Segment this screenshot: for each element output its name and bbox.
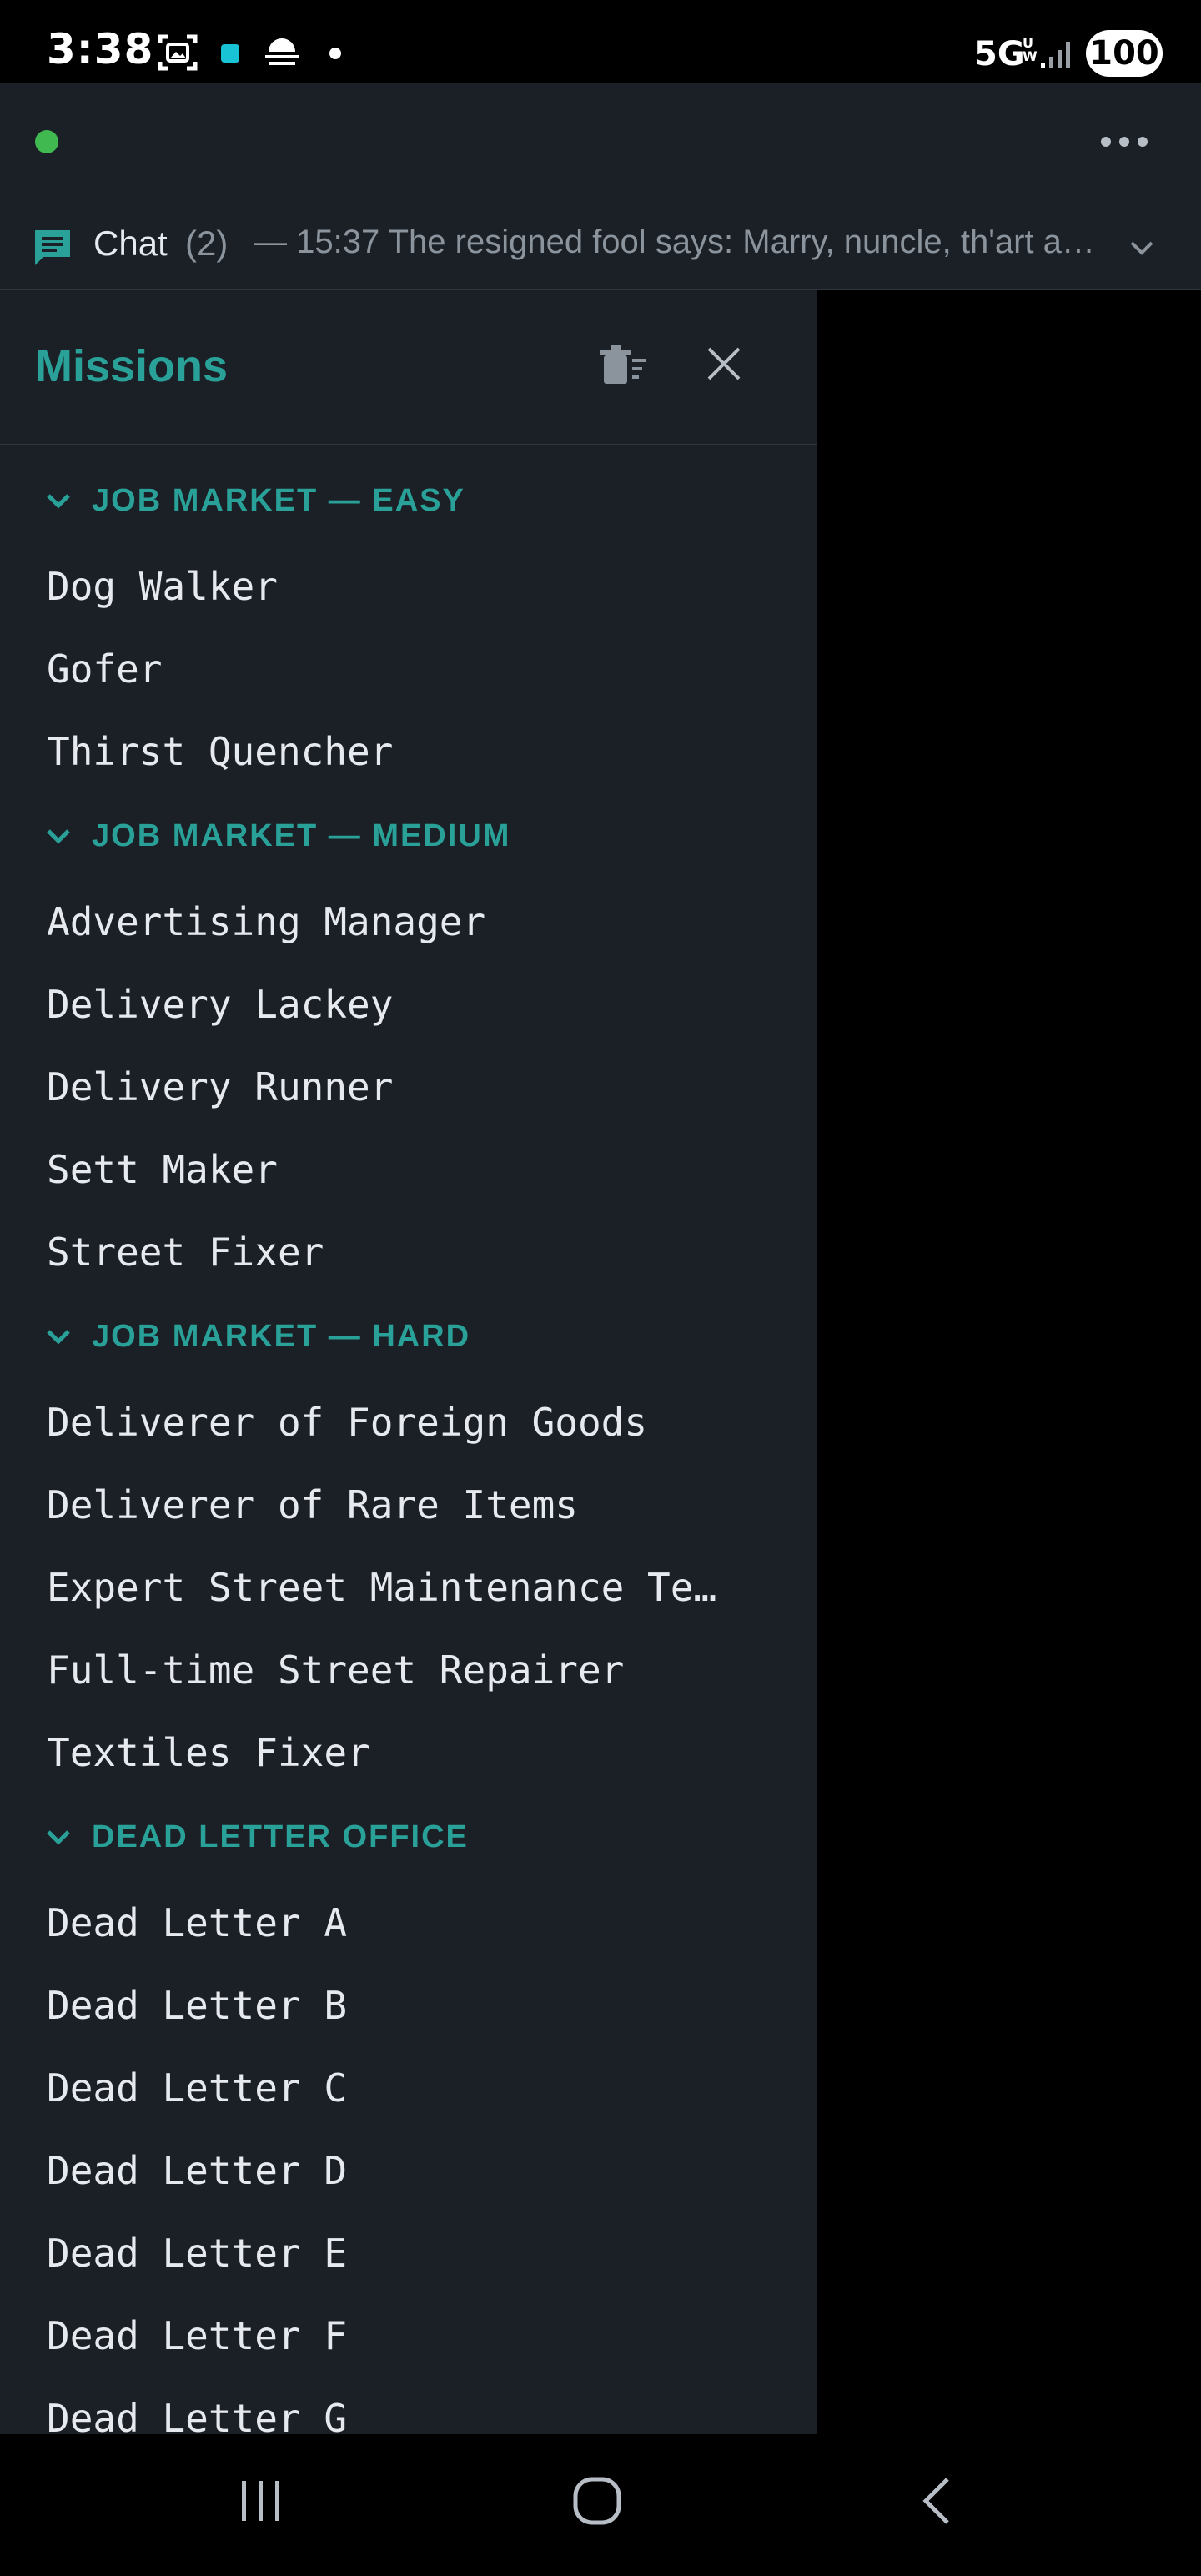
- more-dot: [1119, 137, 1129, 147]
- battery-indicator: 100: [1086, 30, 1163, 77]
- dot-icon: [329, 47, 342, 64]
- mission-item[interactable]: Dead Letter G: [47, 2389, 764, 2434]
- close-icon[interactable]: [706, 345, 742, 386]
- section-header[interactable]: JOB MARKET — HARD: [43, 1311, 470, 1361]
- section-header[interactable]: DEAD LETTER OFFICE: [43, 1812, 469, 1862]
- mission-item[interactable]: Sett Maker: [47, 1140, 764, 1199]
- chat-label: Chat: [93, 224, 168, 263]
- section-title: JOB MARKET — MEDIUM: [92, 818, 511, 853]
- mission-item[interactable]: Street Fixer: [47, 1223, 764, 1281]
- chevron-down-icon: [47, 1830, 70, 1845]
- chat-icon: [30, 225, 75, 274]
- back-icon[interactable]: [912, 2476, 962, 2530]
- mission-item[interactable]: Dead Letter E: [47, 2224, 764, 2282]
- drawer-title: Missions: [35, 341, 229, 391]
- mission-item[interactable]: Full-time Street Repairer: [47, 1641, 764, 1699]
- mission-item[interactable]: Deliverer of Foreign Goods: [47, 1393, 764, 1452]
- mission-item[interactable]: Textiles Fixer: [47, 1723, 764, 1782]
- mission-item[interactable]: Advertising Manager: [47, 893, 764, 951]
- signal-icon: [1039, 37, 1076, 74]
- chevron-down-icon: [47, 829, 70, 844]
- home-icon[interactable]: [572, 2476, 622, 2530]
- mission-item[interactable]: Dead Letter A: [47, 1894, 764, 1952]
- more-options-button[interactable]: [1098, 123, 1151, 160]
- section-title: JOB MARKET — HARD: [92, 1318, 471, 1354]
- recent-apps-icon[interactable]: [235, 2476, 285, 2530]
- chevron-down-icon: [47, 1330, 70, 1345]
- system-nav-bar: [0, 2434, 1201, 2576]
- chevron-down-icon[interactable]: [1128, 234, 1156, 266]
- clear-list-icon[interactable]: [597, 344, 647, 393]
- online-status-icon: [35, 130, 58, 153]
- network-type: 5G: [974, 35, 1025, 73]
- mission-item[interactable]: Dead Letter D: [47, 2141, 764, 2200]
- network-subtype: UW: [1023, 35, 1038, 64]
- mission-item[interactable]: Thirst Quencher: [47, 722, 764, 781]
- section-header[interactable]: JOB MARKET — EASY: [43, 475, 465, 526]
- divider: [0, 444, 817, 445]
- more-dot: [1138, 137, 1148, 147]
- mission-item[interactable]: Delivery Lackey: [47, 975, 764, 1034]
- mission-item[interactable]: Delivery Runner: [47, 1058, 764, 1116]
- chat-bar[interactable]: Chat (2) — 15:37 The resigned fool says:…: [0, 209, 1201, 289]
- mission-item[interactable]: Dead Letter F: [47, 2307, 764, 2365]
- section-title: JOB MARKET — EASY: [92, 482, 465, 518]
- mission-item[interactable]: Gofer: [47, 640, 764, 698]
- status-time: 3:38: [47, 25, 154, 73]
- status-bar: 3:38 5G UW 100: [0, 0, 1201, 83]
- more-horizontal-icon: [1101, 137, 1111, 147]
- mission-item[interactable]: Dog Walker: [47, 557, 764, 616]
- screenshot-icon: [157, 32, 198, 78]
- app-notification-icon: [220, 43, 240, 68]
- mission-item[interactable]: Expert Street Maintenance Te…: [47, 1558, 764, 1617]
- missions-drawer: Missions JOB MARKET — EASY Dog Walker Go…: [0, 290, 817, 2434]
- chat-preview: — 15:37 The resigned fool says: Marry, n…: [254, 224, 1095, 260]
- chevron-down-icon: [47, 494, 70, 509]
- chat-unread-count: (2): [185, 224, 229, 263]
- section-header[interactable]: JOB MARKET — MEDIUM: [43, 811, 510, 861]
- mission-item[interactable]: Dead Letter B: [47, 1976, 764, 2035]
- mission-item[interactable]: Dead Letter C: [47, 2059, 764, 2117]
- section-title: DEAD LETTER OFFICE: [92, 1819, 469, 1854]
- weather-icon: [262, 35, 302, 73]
- mission-item[interactable]: Deliverer of Rare Items: [47, 1476, 764, 1534]
